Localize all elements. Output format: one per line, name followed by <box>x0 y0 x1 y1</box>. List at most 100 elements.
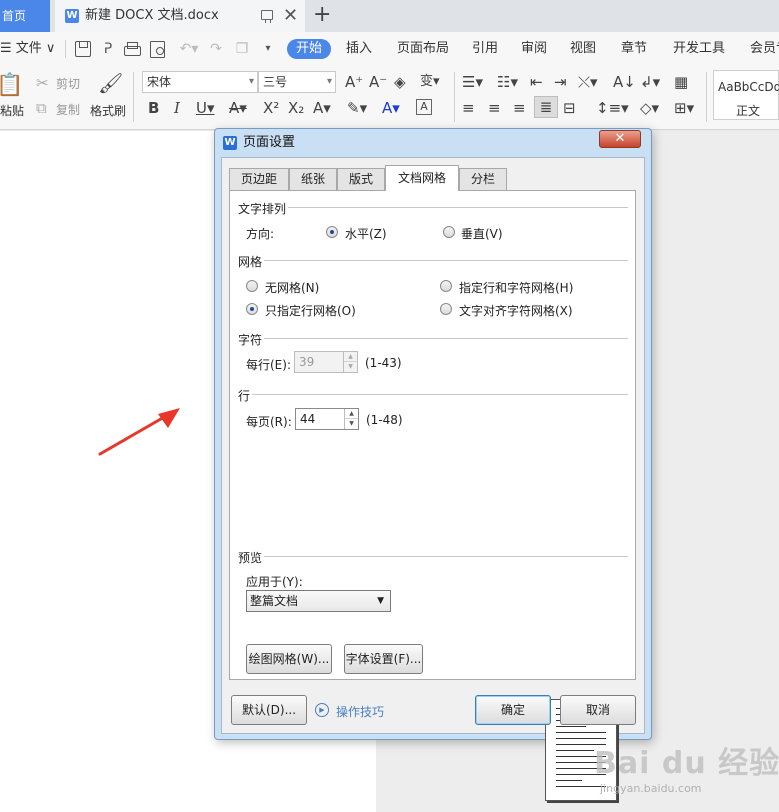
font-size-select[interactable]: 三号 <box>258 71 336 93</box>
radio-line-grid-only[interactable] <box>246 303 258 315</box>
export-pdf-icon[interactable]: ᕈ <box>100 41 116 57</box>
show-marks-icon[interactable]: ↲▾ <box>640 73 660 91</box>
redo-icon[interactable]: ↷ <box>208 41 224 57</box>
cut-label[interactable]: 剪切 <box>56 75 80 92</box>
shading-icon[interactable]: ◇▾ <box>640 99 659 117</box>
copy-format-icon[interactable]: ❐ <box>234 41 250 57</box>
tab-membership[interactable]: 会员专享 <box>750 32 779 66</box>
text-effect-icon[interactable]: A▾ <box>313 99 331 117</box>
tab-review[interactable]: 审阅 <box>521 32 547 66</box>
section-divider <box>288 207 628 208</box>
text-direction-icon[interactable]: ⤬▾ <box>578 73 598 91</box>
drawing-grid-button[interactable]: 绘图网格(W)... <box>246 644 332 674</box>
close-tab-icon[interactable]: ✕ <box>283 5 298 27</box>
bold-icon[interactable]: B <box>148 99 159 117</box>
tab-references[interactable]: 引用 <box>472 32 498 66</box>
sort-icon[interactable]: A↓ <box>613 73 636 91</box>
tab-home-ribbon[interactable]: 开始 <box>287 39 331 59</box>
borders-icon[interactable]: ⊞▾ <box>674 99 694 117</box>
cancel-button[interactable]: 取消 <box>560 695 636 725</box>
radio-horizontal-label[interactable]: 水平(Z) <box>345 225 387 242</box>
ok-button[interactable]: 确定 <box>475 695 551 725</box>
spin-up-icon[interactable]: ▲ <box>345 409 358 419</box>
lines-per-page-spinner[interactable]: 44 ▲ ▼ <box>295 408 359 430</box>
bullet-list-icon[interactable]: ☰▾ <box>462 73 483 91</box>
spin-down-icon[interactable]: ▼ <box>345 419 358 429</box>
tab-insert[interactable]: 插入 <box>346 32 372 66</box>
char-spacing-icon[interactable]: ▦ <box>674 73 688 91</box>
quick-access-dropdown-icon[interactable]: ▾ <box>260 41 276 57</box>
font-color-icon[interactable]: A▾ <box>382 99 400 117</box>
underline-icon[interactable]: U▾ <box>196 99 215 117</box>
tab-home[interactable]: 首页 <box>0 0 50 32</box>
increase-font-size-icon[interactable]: A⁺ <box>345 73 363 91</box>
tips-link[interactable]: 操作技巧 <box>336 703 384 720</box>
font-name-select[interactable]: 宋体 <box>142 71 258 93</box>
tab-document[interactable]: W 新建 DOCX 文档.docx ✕ <box>55 0 305 32</box>
radio-line-and-char-grid-label[interactable]: 指定行和字符网格(H) <box>459 279 573 296</box>
paste-label[interactable]: 粘贴 <box>0 102 24 119</box>
radio-line-and-char-grid[interactable] <box>440 280 452 292</box>
copy-icon[interactable]: ⧉ <box>36 99 47 117</box>
format-painter-icon[interactable]: 🖌 <box>98 71 123 95</box>
spin-up-icon[interactable]: ▲ <box>344 352 357 362</box>
tab-document-grid[interactable]: 文档网格 <box>385 165 459 191</box>
tab-page-layout[interactable]: 页面布局 <box>397 32 449 66</box>
new-tab-button[interactable]: + <box>313 2 331 28</box>
decrease-indent-icon[interactable]: ⇤ <box>530 73 543 91</box>
font-settings-button[interactable]: 字体设置(F)... <box>344 644 423 674</box>
cut-icon[interactable]: ✂ <box>36 74 49 92</box>
distribute-icon[interactable]: ⊟ <box>563 99 576 117</box>
tab-chapter[interactable]: 章节 <box>621 32 647 66</box>
play-tips-icon[interactable]: ▶ <box>315 703 329 717</box>
spin-down-icon[interactable]: ▼ <box>344 362 357 372</box>
copy-label[interactable]: 复制 <box>56 101 80 118</box>
radio-horizontal[interactable] <box>326 226 338 238</box>
tab-columns[interactable]: 分栏 <box>459 168 507 190</box>
undo-icon[interactable]: ↶▾ <box>176 41 202 57</box>
default-button[interactable]: 默认(D)... <box>231 695 307 725</box>
print-icon[interactable] <box>124 41 141 57</box>
lines-per-page-range: (1-48) <box>366 413 403 427</box>
apply-to-select[interactable]: 整篇文档 ▼ <box>246 590 391 612</box>
chars-per-line-spinner[interactable]: 39 ▲ ▼ <box>294 351 358 373</box>
align-justify-icon[interactable]: ≣ <box>534 96 558 118</box>
radio-vertical-label[interactable]: 垂直(V) <box>461 225 503 242</box>
tab-developer[interactable]: 开发工具 <box>673 32 725 66</box>
radio-snap-to-char-grid-label[interactable]: 文字对齐字符网格(X) <box>459 302 573 319</box>
radio-snap-to-char-grid[interactable] <box>440 303 452 315</box>
radio-line-grid-only-label[interactable]: 只指定行网格(O) <box>265 302 356 319</box>
dialog-close-button[interactable]: ✕ <box>599 130 641 148</box>
tab-layout[interactable]: 版式 <box>337 168 385 190</box>
radio-vertical[interactable] <box>443 226 455 238</box>
watermark-brand: Bai du 经验 <box>594 746 779 781</box>
subscript-icon[interactable]: X₂ <box>288 99 304 117</box>
print-preview-icon[interactable] <box>150 41 166 58</box>
line-spacing-icon[interactable]: ↕≡▾ <box>596 99 629 117</box>
align-center-icon[interactable]: ≡ <box>488 99 501 117</box>
radio-no-grid[interactable] <box>246 280 258 292</box>
superscript-icon[interactable]: X² <box>263 99 279 117</box>
char-border-icon[interactable]: A <box>416 99 432 115</box>
paste-icon[interactable]: 📋 <box>0 74 23 98</box>
tab-margins[interactable]: 页边距 <box>229 168 289 190</box>
highlight-icon[interactable]: ✎▾ <box>347 99 367 117</box>
decrease-font-size-icon[interactable]: A⁻ <box>369 73 387 91</box>
tab-paper[interactable]: 纸张 <box>289 168 337 190</box>
align-left-icon[interactable]: ≡ <box>462 99 475 117</box>
pin-window-icon[interactable] <box>261 10 273 23</box>
tab-view[interactable]: 视图 <box>570 32 596 66</box>
strikethrough-icon[interactable]: A▾ <box>229 99 247 117</box>
file-menu[interactable]: ☰ 文件 ∨ <box>0 32 55 66</box>
clear-format-icon[interactable]: ◈ <box>394 73 406 91</box>
increase-indent-icon[interactable]: ⇥ <box>554 73 567 91</box>
italic-icon[interactable]: I <box>174 99 180 117</box>
dialog-titlebar[interactable]: W 页面设置 ✕ <box>215 129 651 157</box>
phonetic-guide-icon[interactable]: 变▾ <box>420 73 440 91</box>
radio-no-grid-label[interactable]: 无网格(N) <box>265 279 319 296</box>
align-right-icon[interactable]: ≡ <box>513 99 526 117</box>
style-normal[interactable]: AaBbCcDd 正文 <box>713 70 779 120</box>
numbered-list-icon[interactable]: ☷▾ <box>497 73 518 91</box>
format-painter-label[interactable]: 格式刷 <box>90 102 126 119</box>
save-icon[interactable] <box>75 41 91 57</box>
